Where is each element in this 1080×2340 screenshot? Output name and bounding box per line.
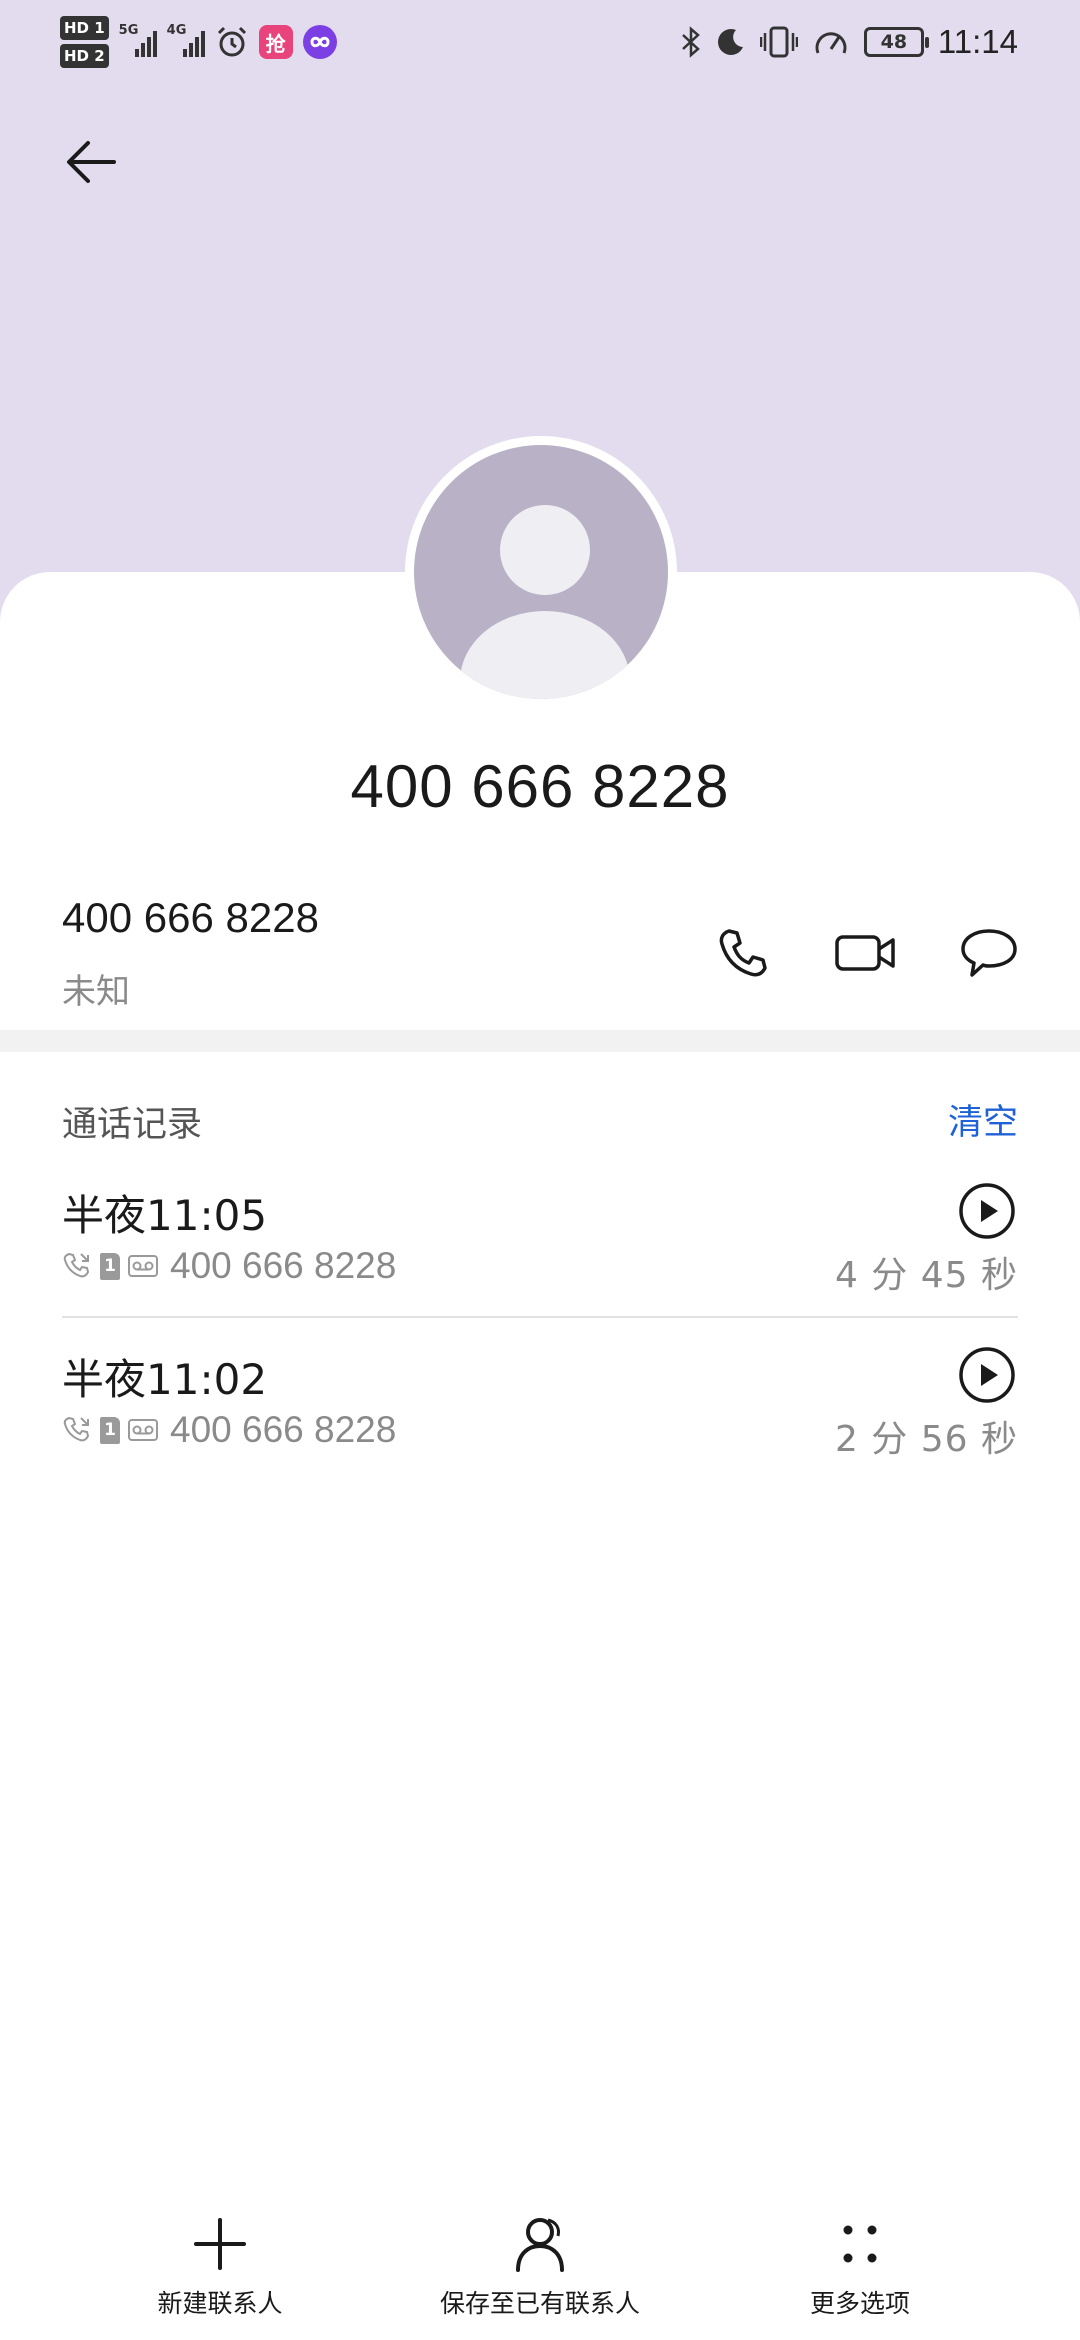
phone-icon xyxy=(719,929,767,977)
sim-icon: 1 xyxy=(100,1416,120,1444)
signal-5g-icon: 5G xyxy=(119,23,157,57)
vibrate-icon xyxy=(759,26,798,58)
recording-icon xyxy=(128,1419,158,1441)
avatar-placeholder xyxy=(414,445,668,699)
speed-icon xyxy=(815,32,847,54)
number-row[interactable]: 400 666 8228 未知 xyxy=(0,880,1080,1020)
video-call-icon xyxy=(835,935,895,971)
incoming-call-icon xyxy=(63,1252,90,1278)
more-options-label: 更多选项 xyxy=(809,2289,910,2318)
status-time: 11:14 xyxy=(937,23,1018,60)
battery-indicator: 48 xyxy=(863,27,929,57)
number-location: 未知 xyxy=(62,972,130,1012)
alarm-icon xyxy=(217,26,246,57)
save-to-existing-label: 保存至已有联系人 xyxy=(439,2289,640,2318)
hd2-badge: HD 2 xyxy=(60,44,109,68)
call-meta: 1 400 666 8228 xyxy=(62,1244,396,1288)
more-dots-icon xyxy=(843,2225,877,2263)
message-button[interactable] xyxy=(954,918,1024,988)
call-duration: 2 分 56 秒 xyxy=(834,1419,1018,1460)
purple-app-icon xyxy=(302,25,337,59)
plus-icon xyxy=(194,2218,246,2270)
pink-app-icon: 抢 xyxy=(258,25,293,59)
avatar xyxy=(405,436,677,708)
play-recording-button[interactable] xyxy=(958,1182,1016,1240)
avatar-body-shape xyxy=(460,611,630,699)
hd-badges: HD 1 HD 2 xyxy=(60,16,109,68)
play-recording-button[interactable] xyxy=(958,1346,1016,1404)
save-to-existing-button[interactable]: 保存至已有联系人 xyxy=(380,2214,700,2334)
call-time: 半夜11:02 xyxy=(62,1355,268,1404)
status-right: 48 11:14 xyxy=(680,12,1018,72)
recording-icon xyxy=(128,1255,158,1277)
section-divider xyxy=(0,1030,1080,1052)
status-left: HD 1 HD 2 5G 4G 抢 xyxy=(60,12,337,72)
more-options-button[interactable]: 更多选项 xyxy=(700,2214,1020,2334)
incoming-call-icon xyxy=(63,1416,90,1442)
call-log-title: 通话记录 xyxy=(62,1105,203,1145)
call-log-item[interactable]: 半夜11:02 1 400 666 8228 2 分 56 秒 xyxy=(62,1346,1018,1496)
status-bar: HD 1 HD 2 5G 4G 抢 48 11:14 xyxy=(0,0,1080,84)
arrow-left-icon xyxy=(67,141,116,183)
call-number: 400 666 8228 xyxy=(170,1409,397,1450)
phone-number[interactable]: 400 666 8228 xyxy=(62,894,319,942)
call-number: 400 666 8228 xyxy=(170,1245,397,1286)
call-meta: 1 400 666 8228 xyxy=(62,1408,396,1452)
new-contact-button[interactable]: 新建联系人 xyxy=(60,2214,380,2334)
call-time: 半夜11:05 xyxy=(62,1191,268,1240)
hd1-badge: HD 1 xyxy=(60,16,109,40)
sim-icon: 1 xyxy=(100,1252,120,1280)
row-divider xyxy=(62,1316,1018,1318)
person-icon xyxy=(516,2218,564,2272)
clear-call-log-button[interactable]: 清空 xyxy=(948,1094,1018,1145)
call-duration: 4 分 45 秒 xyxy=(834,1255,1018,1296)
video-call-button[interactable] xyxy=(830,918,900,988)
message-icon xyxy=(961,929,1017,977)
new-contact-label: 新建联系人 xyxy=(157,2289,283,2318)
back-button[interactable] xyxy=(48,118,136,206)
contact-display-name: 400 666 8228 xyxy=(350,753,730,820)
call-log-item[interactable]: 半夜11:05 1 400 666 8228 4 分 45 秒 xyxy=(62,1182,1018,1332)
call-button[interactable] xyxy=(708,918,778,988)
moon-icon xyxy=(717,29,743,55)
bluetooth-icon xyxy=(682,26,700,58)
signal-4g-icon: 4G xyxy=(167,23,205,57)
avatar-head-shape xyxy=(500,505,590,595)
bottom-action-bar: 新建联系人 保存至已有联系人 更多选项 xyxy=(0,2210,1080,2340)
